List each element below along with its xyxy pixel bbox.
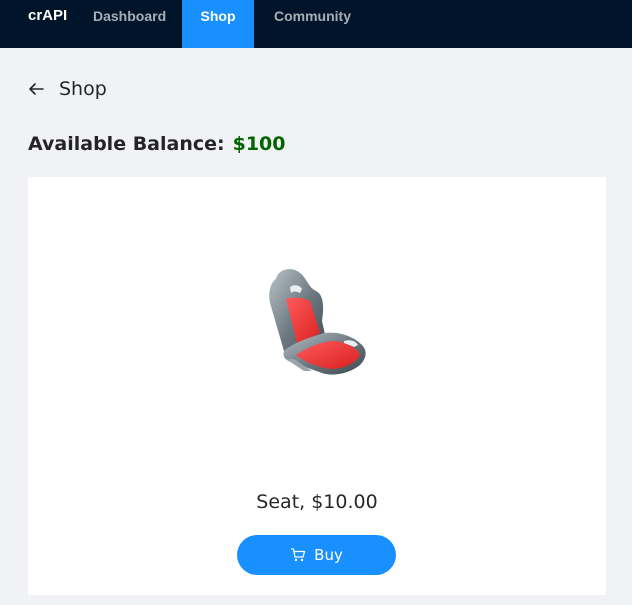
page-header: Shop [28, 74, 107, 104]
arrow-left-icon[interactable] [28, 81, 44, 97]
product-card: Seat, $10.00 Buy [28, 177, 606, 595]
buy-button[interactable]: Buy [237, 535, 396, 575]
buy-button-label: Buy [314, 546, 343, 564]
available-balance: Available Balance: $100 [28, 133, 286, 155]
nav-item-dashboard[interactable]: Dashboard [66, 0, 182, 48]
page-title: Shop [59, 78, 107, 100]
balance-label: Available Balance: [28, 133, 225, 155]
product-title: Seat, $10.00 [256, 491, 378, 513]
nav-item-community[interactable]: Community [254, 0, 371, 48]
top-navbar: crAPI Dashboard Shop Community [0, 0, 632, 48]
nav-item-shop[interactable]: Shop [182, 0, 254, 48]
shopping-cart-icon [291, 548, 306, 562]
balance-value: $100 [232, 133, 286, 155]
car-seat-image [269, 269, 366, 375]
app-logo[interactable]: crAPI [0, 0, 67, 48]
